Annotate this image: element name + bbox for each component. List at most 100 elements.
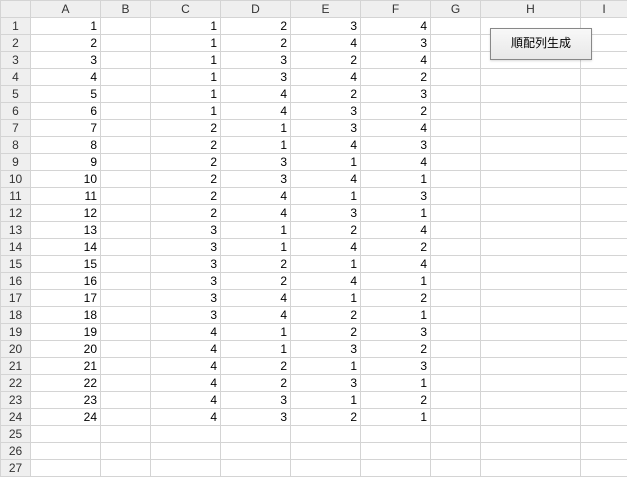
cell-F11[interactable]: 3: [361, 188, 431, 205]
cell-B25[interactable]: [101, 426, 151, 443]
col-header-F[interactable]: F: [361, 1, 431, 18]
cell-D4[interactable]: 3: [221, 69, 291, 86]
row-header-13[interactable]: 13: [1, 222, 31, 239]
cell-E10[interactable]: 4: [291, 171, 361, 188]
cell-E8[interactable]: 4: [291, 137, 361, 154]
cell-B17[interactable]: [101, 290, 151, 307]
cell-C20[interactable]: 4: [151, 341, 221, 358]
cell-I14[interactable]: [581, 239, 627, 256]
cell-F12[interactable]: 1: [361, 205, 431, 222]
col-header-B[interactable]: B: [101, 1, 151, 18]
cell-C7[interactable]: 2: [151, 120, 221, 137]
row-header-4[interactable]: 4: [1, 69, 31, 86]
cell-B27[interactable]: [101, 460, 151, 477]
cell-C5[interactable]: 1: [151, 86, 221, 103]
cell-G16[interactable]: [431, 273, 481, 290]
cell-B12[interactable]: [101, 205, 151, 222]
cell-G4[interactable]: [431, 69, 481, 86]
cell-B20[interactable]: [101, 341, 151, 358]
cell-C3[interactable]: 1: [151, 52, 221, 69]
cell-H19[interactable]: [481, 324, 581, 341]
cell-F25[interactable]: [361, 426, 431, 443]
cell-F3[interactable]: 4: [361, 52, 431, 69]
row-header-19[interactable]: 19: [1, 324, 31, 341]
cell-F27[interactable]: [361, 460, 431, 477]
cell-I12[interactable]: [581, 205, 627, 222]
cell-H15[interactable]: [481, 256, 581, 273]
cell-H4[interactable]: [481, 69, 581, 86]
cell-G1[interactable]: [431, 18, 481, 35]
cell-C10[interactable]: 2: [151, 171, 221, 188]
cell-I6[interactable]: [581, 103, 627, 120]
cell-H24[interactable]: [481, 409, 581, 426]
cell-G6[interactable]: [431, 103, 481, 120]
cell-C6[interactable]: 1: [151, 103, 221, 120]
cell-D17[interactable]: 4: [221, 290, 291, 307]
cell-I4[interactable]: [581, 69, 627, 86]
cell-F22[interactable]: 1: [361, 375, 431, 392]
cell-B23[interactable]: [101, 392, 151, 409]
cell-B5[interactable]: [101, 86, 151, 103]
cell-D13[interactable]: 1: [221, 222, 291, 239]
cell-G24[interactable]: [431, 409, 481, 426]
cell-G18[interactable]: [431, 307, 481, 324]
cell-A14[interactable]: 14: [31, 239, 101, 256]
cell-H5[interactable]: [481, 86, 581, 103]
cell-H7[interactable]: [481, 120, 581, 137]
cell-I21[interactable]: [581, 358, 627, 375]
cell-H17[interactable]: [481, 290, 581, 307]
cell-A7[interactable]: 7: [31, 120, 101, 137]
cell-C11[interactable]: 2: [151, 188, 221, 205]
cell-D8[interactable]: 1: [221, 137, 291, 154]
cell-B15[interactable]: [101, 256, 151, 273]
cell-F2[interactable]: 3: [361, 35, 431, 52]
cell-A17[interactable]: 17: [31, 290, 101, 307]
cell-C8[interactable]: 2: [151, 137, 221, 154]
cell-F26[interactable]: [361, 443, 431, 460]
row-header-22[interactable]: 22: [1, 375, 31, 392]
cell-A21[interactable]: 21: [31, 358, 101, 375]
cell-E21[interactable]: 1: [291, 358, 361, 375]
cell-F13[interactable]: 4: [361, 222, 431, 239]
cell-G8[interactable]: [431, 137, 481, 154]
cell-A26[interactable]: [31, 443, 101, 460]
row-header-1[interactable]: 1: [1, 18, 31, 35]
cell-G26[interactable]: [431, 443, 481, 460]
cell-G19[interactable]: [431, 324, 481, 341]
cell-B11[interactable]: [101, 188, 151, 205]
cell-I24[interactable]: [581, 409, 627, 426]
row-header-16[interactable]: 16: [1, 273, 31, 290]
cell-A9[interactable]: 9: [31, 154, 101, 171]
cell-D11[interactable]: 4: [221, 188, 291, 205]
row-header-17[interactable]: 17: [1, 290, 31, 307]
cell-I13[interactable]: [581, 222, 627, 239]
cell-I16[interactable]: [581, 273, 627, 290]
cell-E17[interactable]: 1: [291, 290, 361, 307]
cell-F21[interactable]: 3: [361, 358, 431, 375]
cell-G9[interactable]: [431, 154, 481, 171]
cell-F8[interactable]: 3: [361, 137, 431, 154]
cell-D9[interactable]: 3: [221, 154, 291, 171]
cell-B22[interactable]: [101, 375, 151, 392]
cell-G14[interactable]: [431, 239, 481, 256]
cell-D3[interactable]: 3: [221, 52, 291, 69]
cell-E13[interactable]: 2: [291, 222, 361, 239]
cell-B10[interactable]: [101, 171, 151, 188]
cell-C14[interactable]: 3: [151, 239, 221, 256]
cell-B24[interactable]: [101, 409, 151, 426]
cell-I17[interactable]: [581, 290, 627, 307]
cell-C12[interactable]: 2: [151, 205, 221, 222]
row-header-2[interactable]: 2: [1, 35, 31, 52]
cell-H23[interactable]: [481, 392, 581, 409]
cell-H12[interactable]: [481, 205, 581, 222]
row-header-23[interactable]: 23: [1, 392, 31, 409]
cell-D5[interactable]: 4: [221, 86, 291, 103]
row-header-20[interactable]: 20: [1, 341, 31, 358]
cell-F19[interactable]: 3: [361, 324, 431, 341]
cell-B4[interactable]: [101, 69, 151, 86]
row-header-12[interactable]: 12: [1, 205, 31, 222]
generate-permutations-button[interactable]: 順配列生成: [490, 28, 592, 60]
cell-H26[interactable]: [481, 443, 581, 460]
cell-I9[interactable]: [581, 154, 627, 171]
cell-B16[interactable]: [101, 273, 151, 290]
